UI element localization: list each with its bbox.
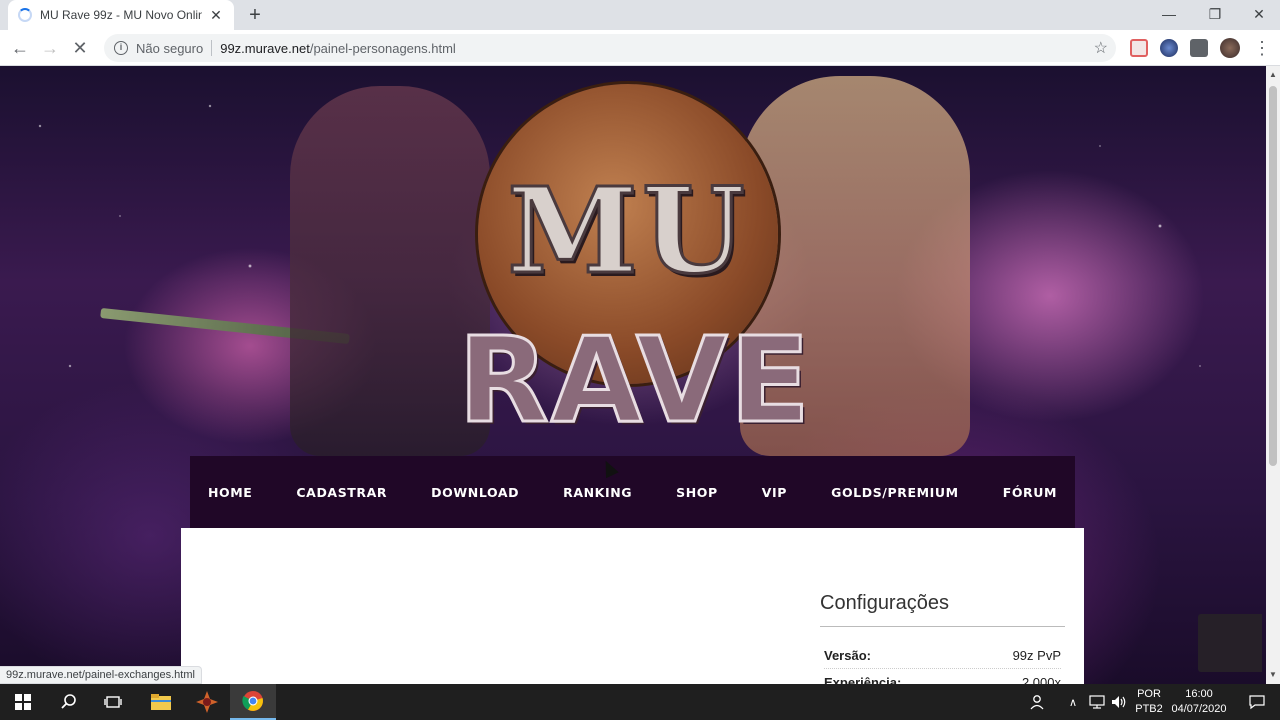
scroll-down-arrow-icon[interactable]: ▼	[1266, 668, 1280, 682]
file-explorer-icon[interactable]	[138, 684, 184, 720]
scroll-thumb[interactable]	[1269, 86, 1277, 466]
nav-cadastrar[interactable]: CADASTRAR	[274, 485, 409, 500]
nav-forum[interactable]: FÓRUM	[981, 485, 1079, 500]
content-panel: Configurações Versão: 99z PvP Experiênci…	[181, 528, 1084, 684]
tab-title: MU Rave 99z - MU Novo Online	[40, 8, 202, 22]
nav-vip[interactable]: VIP	[740, 485, 809, 500]
logo-rave: RAVE	[456, 310, 813, 451]
nav-golds-premium[interactable]: GOLDS/PREMIUM	[809, 485, 981, 500]
menu-kebab-icon[interactable]: ⋮	[1250, 36, 1274, 60]
config-row-divider	[824, 668, 1061, 669]
bookmark-star-icon[interactable]: ☆	[1094, 38, 1108, 58]
avatar[interactable]	[1220, 38, 1240, 58]
tab-close-icon[interactable]: ✕	[208, 7, 224, 24]
config-divider	[820, 626, 1065, 627]
volume-icon[interactable]	[1108, 684, 1130, 720]
security-label[interactable]: Não seguro	[136, 41, 203, 56]
address-bar[interactable]: i Não seguro 99z.murave.net /painel-pers…	[104, 34, 1116, 62]
language-indicator[interactable]: POR PTB2	[1134, 687, 1164, 717]
recaptcha-badge[interactable]	[1198, 614, 1262, 672]
back-arrow-icon[interactable]: ←	[8, 36, 32, 60]
windows-taskbar: ∧ POR PTB2 16:00 04/07/2020	[0, 684, 1280, 720]
clock-date: 04/07/2020	[1171, 703, 1227, 715]
restore-icon[interactable]: ❐	[1192, 0, 1238, 30]
language-code: POR	[1137, 688, 1161, 700]
config-label: Experiência:	[824, 675, 902, 684]
config-row-version: Versão: 99z PvP	[824, 648, 1061, 663]
config-row-experience: Experiência: 2.000x	[824, 675, 1061, 684]
scroll-up-arrow-icon[interactable]: ▲	[1266, 68, 1280, 82]
puzzle-icon[interactable]	[1190, 39, 1208, 57]
close-window-icon[interactable]: ✕	[1236, 0, 1280, 30]
page-scrollbar[interactable]: ▲ ▼	[1266, 66, 1280, 684]
extension-icon[interactable]	[1160, 39, 1178, 57]
chevron-up-icon[interactable]: ∧	[1062, 684, 1084, 720]
stop-loading-icon[interactable]: ✕	[68, 36, 92, 60]
search-icon[interactable]	[46, 684, 92, 720]
forward-arrow-icon[interactable]: →	[38, 36, 62, 60]
clock-time: 16:00	[1185, 688, 1213, 700]
browser-toolbar: ← → ✕ i Não seguro 99z.murave.net /paine…	[0, 30, 1280, 66]
loading-spinner-icon	[18, 8, 32, 22]
new-tab-button[interactable]: +	[244, 4, 266, 26]
windows-start-icon[interactable]	[0, 684, 46, 720]
config-value: 99z PvP	[1012, 648, 1061, 663]
clock[interactable]: 16:00 04/07/2020	[1168, 687, 1230, 717]
main-navigation: HOME CADASTRAR DOWNLOAD RANKING SHOP VIP…	[190, 456, 1075, 528]
minimize-icon[interactable]: —	[1146, 0, 1192, 30]
people-icon[interactable]	[1018, 684, 1058, 720]
nav-shop[interactable]: SHOP	[654, 485, 740, 500]
browser-tab[interactable]: MU Rave 99z - MU Novo Online ✕	[8, 0, 234, 30]
config-value: 2.000x	[1021, 675, 1061, 684]
status-bar-url: 99z.murave.net/painel-exchanges.html	[0, 666, 202, 684]
network-icon[interactable]	[1086, 684, 1108, 720]
task-view-icon[interactable]	[90, 684, 136, 720]
nav-home[interactable]: HOME	[186, 485, 274, 500]
chrome-icon[interactable]	[230, 684, 276, 720]
config-title: Configurações	[820, 592, 949, 614]
game-app-icon[interactable]	[184, 684, 230, 720]
browser-titlebar: MU Rave 99z - MU Novo Online ✕ + — ❐ ✕	[0, 0, 1280, 30]
nav-download[interactable]: DOWNLOAD	[409, 485, 541, 500]
keyboard-layout: PTB2	[1135, 703, 1163, 715]
info-icon[interactable]: i	[114, 41, 128, 55]
url-path: /painel-personagens.html	[309, 40, 456, 56]
web-page: MU RAVE HOME CADASTRAR DOWNLOAD RANKING …	[0, 66, 1266, 684]
omnibox-separator	[211, 40, 213, 56]
config-label: Versão:	[824, 648, 871, 663]
url-host: 99z.murave.net	[220, 40, 310, 56]
notification-icon[interactable]	[1234, 684, 1280, 720]
logo-mu: MU	[506, 160, 749, 302]
extension-icon[interactable]	[1130, 39, 1148, 57]
nav-ranking[interactable]: RANKING	[541, 485, 654, 500]
